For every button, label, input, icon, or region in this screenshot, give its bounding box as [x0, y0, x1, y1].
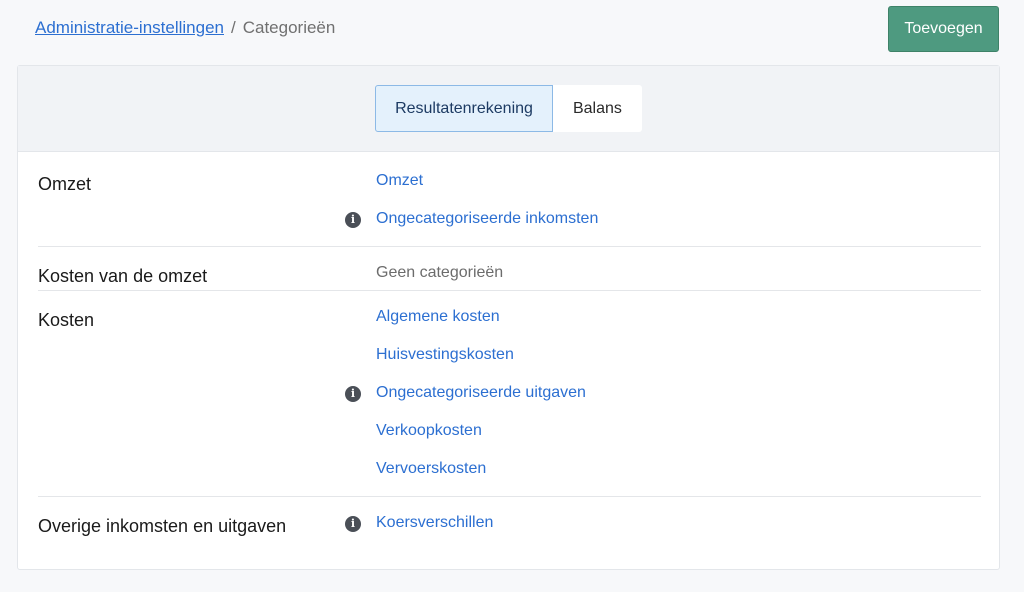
category-link[interactable]: Ongecategoriseerde uitgaven: [376, 384, 586, 402]
section-title: Omzet: [38, 174, 92, 194]
card-header: Resultatenrekening Balans: [18, 66, 999, 152]
tab-balans[interactable]: Balans: [552, 85, 642, 132]
category-link[interactable]: Huisvestingskosten: [376, 346, 514, 364]
category-link[interactable]: Koersverschillen: [376, 514, 493, 532]
category-link[interactable]: Verkoopkosten: [376, 422, 482, 440]
info-icon[interactable]: i: [345, 516, 361, 532]
section-omzet: Omzet Omzet i Ongecategoriseerde inkomst…: [38, 152, 981, 247]
empty-categories-text: Geen categorieën: [376, 264, 504, 281]
tab-group: Resultatenrekening Balans: [375, 85, 642, 132]
info-icon[interactable]: i: [345, 212, 361, 228]
category-link[interactable]: Algemene kosten: [376, 308, 500, 326]
section-overige: Overige inkomsten en uitgaven i Koersver…: [38, 497, 981, 557]
section-title: Kosten van de omzet: [38, 266, 208, 286]
section-title: Kosten: [38, 310, 95, 330]
breadcrumb-separator: /: [230, 18, 236, 37]
category-link[interactable]: Omzet: [376, 172, 423, 190]
category-link[interactable]: Vervoerskosten: [376, 460, 486, 478]
breadcrumb-current: Categorieën: [242, 18, 336, 37]
section-kosten-van-de-omzet: Kosten van de omzet Geen categorieën: [38, 247, 981, 291]
section-title: Overige inkomsten en uitgaven: [38, 516, 287, 536]
add-button[interactable]: Toevoegen: [888, 6, 999, 52]
breadcrumb: Administratie-instellingen / Categorieën: [35, 18, 335, 38]
tab-resultatenrekening[interactable]: Resultatenrekening: [375, 85, 553, 132]
category-link[interactable]: Ongecategoriseerde inkomsten: [376, 210, 598, 228]
info-icon[interactable]: i: [345, 386, 361, 402]
categories-card: Resultatenrekening Balans Omzet Omzet i …: [17, 65, 1000, 570]
breadcrumb-link-admin-settings[interactable]: Administratie-instellingen: [35, 18, 224, 38]
section-kosten: Kosten Algemene kosten Huisvestingskoste…: [38, 291, 981, 497]
